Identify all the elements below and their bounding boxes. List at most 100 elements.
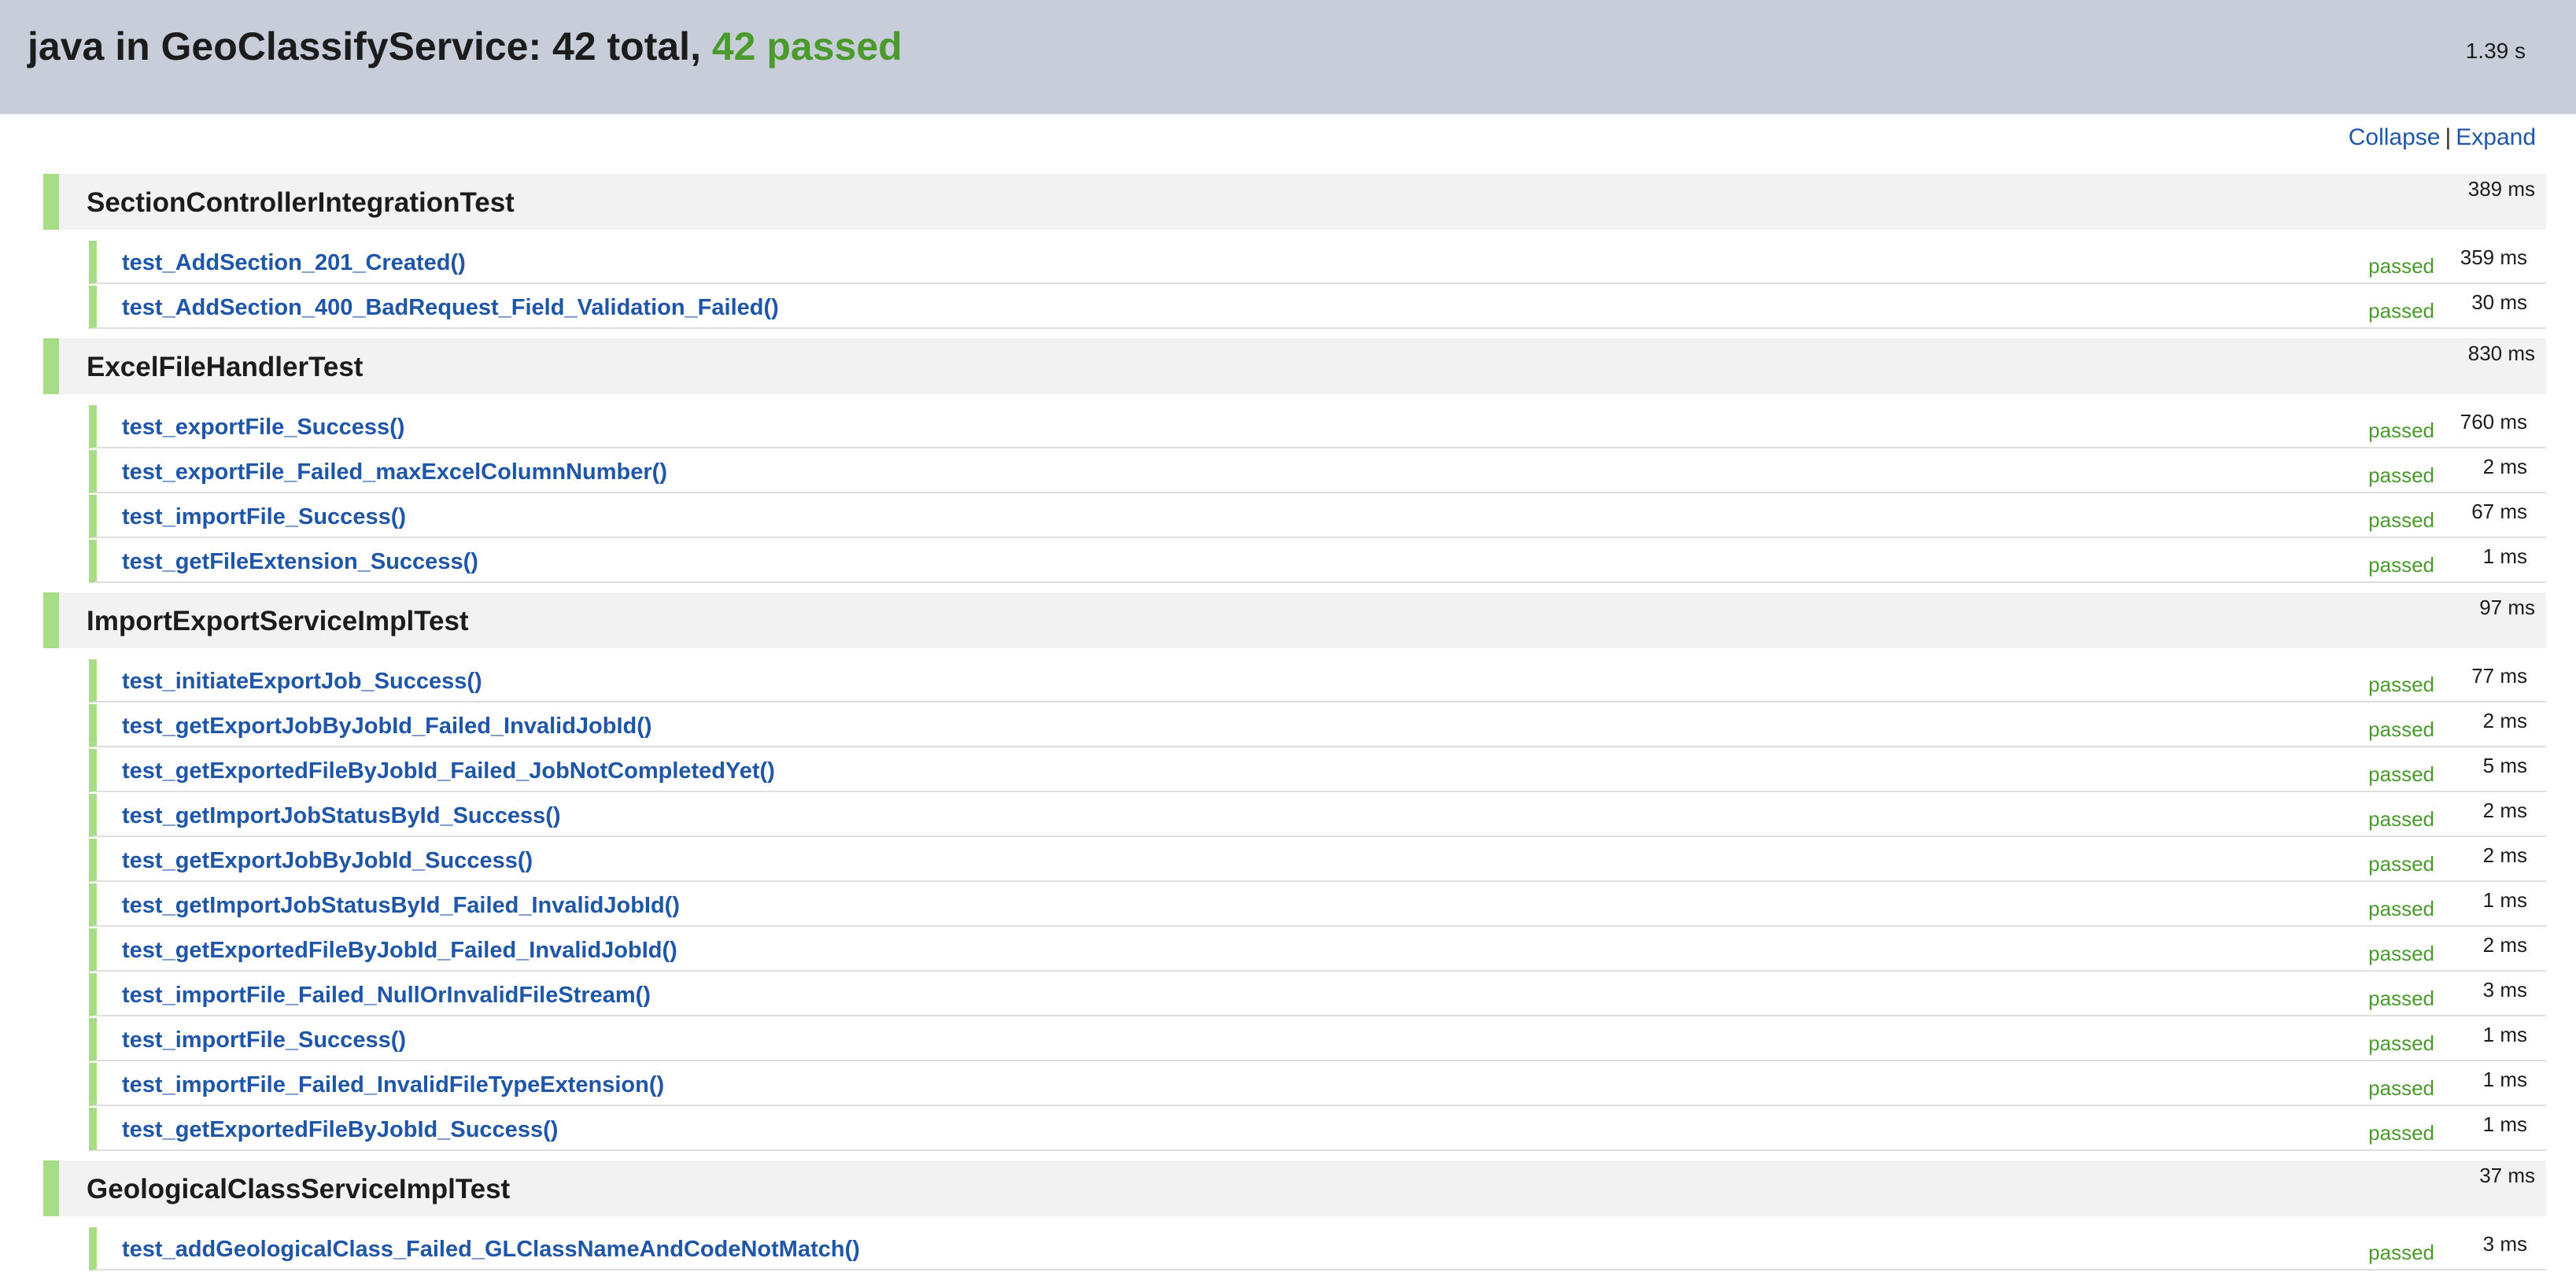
test-row: test_importFile_Failed_NullOrInvalidFile… [89,973,2546,1016]
test-row: test_exportFile_Failed_maxExcelColumnNum… [89,450,2546,493]
test-duration: 2 ms [2482,709,2527,732]
suite-test-list: test_initiateExportJob_Success() passed 77… [89,659,2546,1151]
test-duration: 1 ms [2482,544,2527,568]
suite-name: ImportExportServiceImplTest [87,606,469,636]
test-duration: 1 ms [2482,1023,2527,1046]
test-name-link[interactable]: test_importFile_Failed_NullOrInvalidFile… [122,983,651,1009]
test-suite: SectionControllerIntegrationTest 389 ms te… [43,174,2546,329]
test-duration: 2 ms [2482,455,2527,478]
test-status: passed [2368,463,2434,487]
test-status: passed [2368,673,2434,696]
test-duration: 760 ms [2460,410,2527,433]
suite-header[interactable]: SectionControllerIntegrationTest 389 ms [43,174,2546,230]
test-row: test_importFile_Failed_InvalidFileTypeEx… [89,1063,2546,1106]
test-row: test_getExportedFileByJobId_Failed_Inval… [89,928,2546,972]
test-status: passed [2368,807,2434,831]
test-status: passed [2368,762,2434,786]
suite-duration: 830 ms [2467,341,2535,365]
test-row: test_getExportJobByJobId_Success() passed… [89,839,2546,882]
test-name-link[interactable]: test_exportFile_Failed_maxExcelColumnNum… [122,459,667,485]
suite-duration: 97 ms [2479,596,2535,619]
test-duration: 3 ms [2482,1232,2527,1256]
test-suite: GeologicalClassServiceImplTest 37 ms test_… [43,1160,2546,1271]
test-name-link[interactable]: test_getExportedFileByJobId_Failed_JobNo… [122,758,775,784]
test-suite: ImportExportServiceImplTest 97 ms test_ini… [43,592,2546,1151]
test-status: passed [2368,1241,2434,1264]
test-status: passed [2368,1076,2434,1100]
test-duration: 67 ms [2471,500,2527,523]
test-duration: 2 ms [2482,933,2527,957]
test-status: passed [2368,897,2434,920]
test-row: test_initiateExportJob_Success() passed 77… [89,659,2546,703]
test-row: test_getExportedFileByJobId_Success() pas… [89,1108,2546,1151]
test-name-link[interactable]: test_getImportJobStatusById_Failed_Inval… [122,893,680,919]
collapse-link[interactable]: Collapse [2349,124,2441,150]
suite-name: SectionControllerIntegrationTest [87,187,515,218]
test-row: test_getImportJobStatusById_Failed_Inval… [89,883,2546,927]
test-duration: 2 ms [2482,799,2527,822]
test-name-link[interactable]: test_getExportedFileByJobId_Failed_Inval… [122,938,677,964]
suite-header[interactable]: ImportExportServiceImplTest 97 ms [43,592,2546,648]
test-name-link[interactable]: test_exportFile_Success() [122,415,404,441]
test-name-link[interactable]: test_getFileExtension_Success() [122,549,478,575]
report-passed-count: 42 passed [711,24,902,68]
test-name-link[interactable]: test_AddSection_201_Created() [122,250,466,276]
test-row: test_importFile_Success() passed 67 ms [89,495,2546,538]
test-row: test_AddSection_400_BadRequest_Field_Val… [89,286,2546,329]
test-name-link[interactable]: test_importFile_Failed_InvalidFileTypeEx… [122,1072,664,1098]
test-row: test_importFile_Success() passed 1 ms [89,1018,2546,1061]
tree-controls: Collapse | Expand [2349,124,2536,151]
test-status: passed [2368,987,2434,1010]
suite-duration: 389 ms [2467,177,2535,201]
test-status: passed [2368,419,2434,442]
test-row: test_AddSection_201_Created() passed 359 m… [89,241,2546,284]
test-duration: 2 ms [2482,843,2527,867]
test-status: passed [2368,1121,2434,1145]
report-title: java in GeoClassifyService: 42 total, 42… [28,24,902,69]
test-status: passed [2368,553,2434,577]
suite-header[interactable]: ExcelFileHandlerTest 830 ms [43,338,2546,394]
test-status: passed [2368,254,2434,278]
test-status: passed [2368,942,2434,965]
test-row: test_getExportJobByJobId_Failed_InvalidJ… [89,704,2546,747]
report-header: java in GeoClassifyService: 42 total, 42… [0,0,2576,114]
test-status: passed [2368,852,2434,876]
test-name-link[interactable]: test_initiateExportJob_Success() [122,669,482,695]
test-suite-list: SectionControllerIntegrationTest 389 ms te… [43,174,2546,1280]
test-status: passed [2368,717,2434,741]
suite-name: ExcelFileHandlerTest [87,352,364,382]
test-duration: 1 ms [2482,888,2527,912]
test-duration: 359 ms [2460,245,2527,269]
expand-link[interactable]: Expand [2456,124,2536,150]
test-status: passed [2368,508,2434,532]
test-name-link[interactable]: test_AddSection_400_BadRequest_Field_Val… [122,295,779,321]
suite-test-list: test_AddSection_201_Created() passed 359 m… [89,241,2546,329]
test-name-link[interactable]: test_getExportJobByJobId_Failed_InvalidJ… [122,714,652,740]
report-total-duration: 1.39 s [2465,39,2526,63]
test-name-link[interactable]: test_getExportedFileByJobId_Success() [122,1117,558,1143]
test-name-link[interactable]: test_importFile_Success() [122,1027,406,1053]
test-suite: ExcelFileHandlerTest 830 ms test_exportFil… [43,338,2546,583]
suite-test-list: test_exportFile_Success() passed 760 ms tes… [89,405,2546,583]
suite-duration: 37 ms [2479,1164,2535,1187]
test-status: passed [2368,299,2434,323]
suite-name: GeologicalClassServiceImplTest [87,1174,511,1204]
test-row: test_getImportJobStatusById_Success() pas… [89,794,2546,837]
test-name-link[interactable]: test_importFile_Success() [122,504,406,530]
test-name-link[interactable]: test_addGeologicalClass_Failed_GLClassNa… [122,1237,860,1263]
test-duration: 3 ms [2482,978,2527,1001]
test-duration: 5 ms [2482,754,2527,777]
test-duration: 77 ms [2471,664,2527,688]
test-name-link[interactable]: test_getImportJobStatusById_Success() [122,803,561,829]
test-row: test_getFileExtension_Success() passed 1 m… [89,540,2546,583]
controls-separator: | [2445,124,2452,150]
test-duration: 30 ms [2471,290,2527,314]
test-row: test_getExportedFileByJobId_Failed_JobNo… [89,749,2546,792]
test-duration: 1 ms [2482,1068,2527,1091]
suite-header[interactable]: GeologicalClassServiceImplTest 37 ms [43,1160,2546,1216]
test-duration: 1 ms [2482,1112,2527,1136]
report-title-summary: java in GeoClassifyService: 42 total, [28,24,712,68]
test-name-link[interactable]: test_getExportJobByJobId_Success() [122,848,533,874]
test-status: passed [2368,1031,2434,1055]
test-row: test_exportFile_Success() passed 760 ms [89,405,2546,448]
